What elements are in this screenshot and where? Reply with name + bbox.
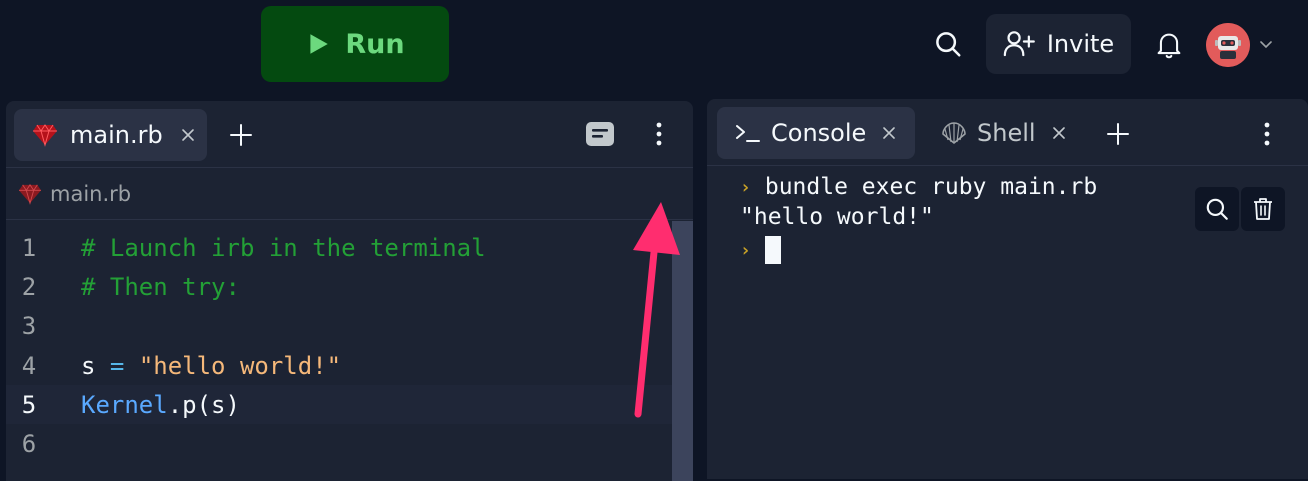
line-number: 5 xyxy=(21,390,37,419)
line-number: 4 xyxy=(21,351,37,380)
console-command: bundle exec ruby main.rb xyxy=(764,174,1098,200)
search-icon xyxy=(936,32,961,57)
ruby-icon xyxy=(33,124,57,147)
code-line: 2 # Then try: xyxy=(6,267,672,306)
kebab-menu-icon xyxy=(656,122,662,146)
outline-icon xyxy=(586,122,614,146)
terminal-icon xyxy=(736,125,760,142)
tab-label: Console xyxy=(771,119,867,147)
bell-icon xyxy=(1157,33,1181,59)
close-icon xyxy=(181,129,194,141)
code-text: Kernel.p(s) xyxy=(81,391,240,419)
code-editor[interactable]: 1 # Launch irb in the terminal 2 # Then … xyxy=(6,221,672,481)
line-number: 1 xyxy=(21,233,37,262)
annotation-arrow xyxy=(633,202,680,418)
string-token: "hello world!" xyxy=(138,351,342,380)
outline-toggle-button[interactable] xyxy=(582,116,618,152)
play-icon xyxy=(310,34,329,54)
chevron-down-icon xyxy=(1260,41,1272,49)
code-text: # Launch irb in the terminal xyxy=(81,233,486,262)
clear-console-button[interactable] xyxy=(1241,187,1285,231)
kebab-menu-icon xyxy=(1264,122,1270,146)
close-tab-button[interactable] xyxy=(175,122,201,148)
console-panel: Console Shell › bundle exec ruby main.rb… xyxy=(707,99,1308,479)
close-tab-button[interactable] xyxy=(876,120,902,146)
code-text: # Then try: xyxy=(81,272,240,301)
trash-icon xyxy=(1254,198,1272,220)
search-button[interactable] xyxy=(926,22,970,66)
code-line-active: 5 Kernel.p(s) xyxy=(6,385,672,424)
ruby-icon xyxy=(19,183,41,205)
account-menu-chevron[interactable] xyxy=(1256,34,1276,54)
search-icon xyxy=(1206,198,1228,220)
code-line: 1 # Launch irb in the terminal xyxy=(6,228,672,267)
close-icon xyxy=(1052,127,1065,139)
prompt-chevron-icon: › xyxy=(740,239,751,261)
code-line: 6 xyxy=(6,424,672,463)
tab-shell[interactable]: Shell xyxy=(929,107,1089,159)
invite-button[interactable]: Invite xyxy=(986,14,1131,74)
editor-panel: main.rb main.rb 1 # Launch irb in the te… xyxy=(6,101,693,481)
run-label: Run xyxy=(345,28,405,60)
console-result: "hello world!" xyxy=(740,204,934,230)
new-tab-button[interactable] xyxy=(223,117,259,153)
constant-token: Kernel xyxy=(81,390,168,419)
close-tab-button[interactable] xyxy=(1046,120,1072,146)
close-icon xyxy=(883,127,896,139)
plus-icon xyxy=(230,124,252,146)
console-tabbar: Console Shell xyxy=(707,99,1308,166)
code-line: 3 xyxy=(6,306,672,345)
variable-token: s xyxy=(81,351,96,380)
run-button[interactable]: Run xyxy=(261,6,449,82)
editor-tabbar: main.rb xyxy=(6,101,693,168)
prompt-chevron-icon: › xyxy=(740,176,751,198)
new-tab-button[interactable] xyxy=(1100,116,1136,152)
line-number: 3 xyxy=(21,311,37,340)
invite-label: Invite xyxy=(1046,30,1115,58)
tab-label: Shell xyxy=(977,119,1036,147)
shell-icon xyxy=(942,122,966,144)
code-text: s = "hello world!" xyxy=(81,352,341,380)
console-more-menu-button[interactable] xyxy=(1255,116,1279,152)
breadcrumb: main.rb xyxy=(6,168,693,220)
robot-avatar-icon xyxy=(1206,23,1250,67)
tab-main-rb[interactable]: main.rb xyxy=(14,109,207,161)
line-number: 6 xyxy=(21,429,37,458)
method-call-token: .p(s) xyxy=(167,390,240,419)
line-number: 2 xyxy=(21,272,37,301)
operator-token: = xyxy=(95,351,139,380)
notifications-button[interactable] xyxy=(1148,24,1190,66)
console-line: "hello world!" xyxy=(740,204,934,230)
console-input-line[interactable]: › xyxy=(740,236,781,264)
console-search-button[interactable] xyxy=(1195,187,1239,231)
text-cursor xyxy=(764,236,781,264)
avatar[interactable] xyxy=(1206,23,1250,67)
tab-console[interactable]: Console xyxy=(717,107,915,159)
code-line: 4 s = "hello world!" xyxy=(6,346,672,385)
console-line: › bundle exec ruby main.rb xyxy=(740,174,1097,200)
breadcrumb-label[interactable]: main.rb xyxy=(50,182,131,206)
plus-icon xyxy=(1107,123,1129,145)
add-user-icon xyxy=(1003,31,1035,57)
editor-more-menu-button[interactable] xyxy=(647,116,671,152)
tab-label: main.rb xyxy=(70,121,163,149)
